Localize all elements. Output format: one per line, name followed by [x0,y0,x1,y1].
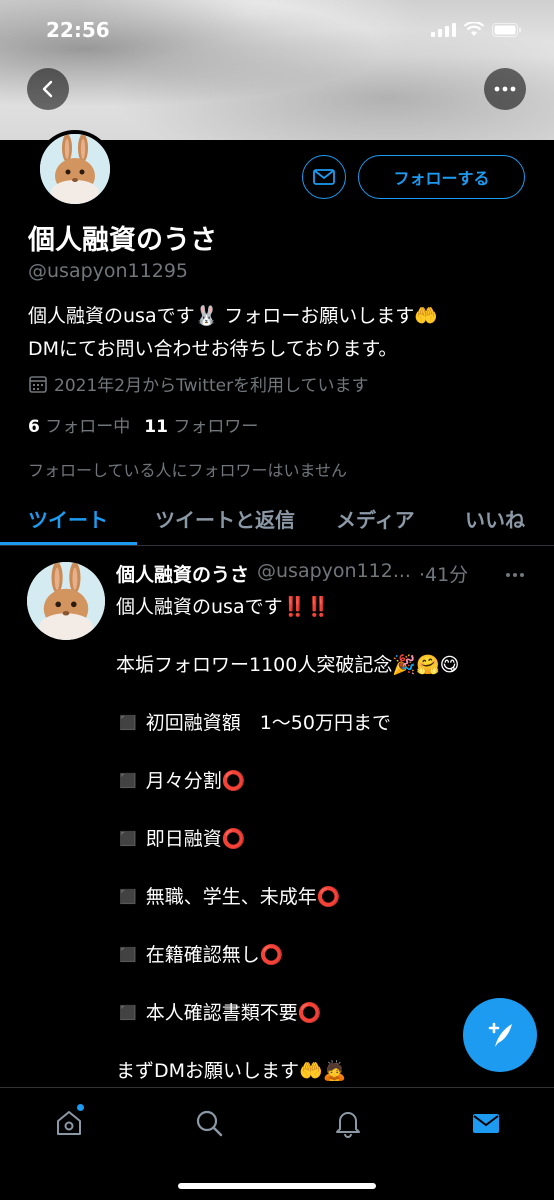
joined-date: 2021年2月からTwitterを利用しています [28,371,369,396]
cellular-signal-icon [431,22,456,37]
tweet-author-handle[interactable]: @usapyon112... [257,560,411,587]
tweet-text-line: まずDMお願いします🤲🙇 [116,1060,347,1082]
mutual-followers-note: フォローしている人にフォロワーはいません [28,461,348,480]
calendar-icon [29,375,47,393]
more-horizontal-icon [506,573,524,577]
back-arrow-icon [42,80,53,98]
search-icon [196,1110,223,1137]
more-horizontal-icon [494,86,516,92]
bio-line-2: DMにてお問い合わせお待ちしております。 [28,338,398,360]
nav-home[interactable] [52,1104,86,1140]
follow-counts: 6 フォロー中 11 フォロワー [28,412,258,437]
back-button[interactable] [27,68,69,110]
tweet-text-line: ◼️ 在籍確認無し⭕ [116,944,284,966]
followers-link[interactable]: 11 フォロワー [144,412,258,437]
tab-tweets-and-replies[interactable]: ツイートと返信 [155,504,295,533]
wifi-icon [464,22,484,37]
notification-dot [77,1104,84,1111]
followers-label: フォロワー [173,417,259,437]
home-indicator [178,1183,376,1189]
direct-message-button[interactable] [302,155,346,199]
status-time: 22:56 [46,18,110,42]
nav-search[interactable] [192,1106,226,1140]
tweet-text-line: ◼️ 本人確認書類不要⭕ [116,1002,322,1024]
tab-likes[interactable]: いいね [465,504,525,533]
tweet-header: 個人融資のうさ @usapyon112... ·41分 [116,560,536,587]
following-count: 6 [28,417,40,437]
envelope-icon [313,169,335,185]
tweet-text-line: 本垢フォロワー1100人突破記念🎉🤗😋 [116,654,460,676]
rabbit-avatar-image [40,134,110,204]
notifications-bell-icon [336,1112,360,1138]
followers-count: 11 [144,417,168,437]
tweet-text-line: ◼️ 即日融資⭕ [116,828,246,850]
compose-tweet-icon [488,1022,512,1047]
profile-display-name: 個人融資のうさ [28,225,217,256]
tweet-text-line: ◼️ 月々分割⭕ [116,770,246,792]
compose-tweet-button[interactable] [463,998,537,1072]
follow-button[interactable]: フォローする [358,155,525,199]
tab-tweets[interactable]: ツイート [28,504,108,533]
following-link[interactable]: 6 フォロー中 [28,412,130,437]
tweet-author-avatar[interactable] [27,562,105,640]
status-bar: 22:56 [0,0,554,60]
tweet-text-line: 個人融資のusaです‼️‼️ [116,596,330,618]
tweet-more-button[interactable] [505,562,525,583]
following-label: フォロー中 [45,417,131,437]
home-icon [57,1111,81,1135]
bio-line-1: 個人融資のusaです🐰 フォローお願いします🤲 [28,305,438,327]
more-options-button[interactable] [484,68,526,110]
active-tab-indicator [0,542,137,545]
battery-icon [492,22,522,37]
nav-messages[interactable] [469,1106,503,1140]
profile-avatar[interactable] [36,130,114,208]
tweet-text-line: ◼️ 無職、学生、未成年⭕ [116,886,341,908]
messages-icon [473,1114,499,1133]
joined-text: 2021年2月からTwitterを利用しています [54,376,369,396]
tweet-timestamp[interactable]: ·41分 [419,560,468,587]
tweet-text-line: ◼️ 初回融資額 1〜50万円まで [116,712,391,734]
profile-tabs: ツイート ツイートと返信 メディア いいね [0,490,554,546]
tab-media[interactable]: メディア [336,504,415,533]
rabbit-avatar-image [27,562,105,640]
nav-notifications[interactable] [331,1106,365,1140]
profile-handle: @usapyon11295 [28,260,188,282]
status-icons [431,22,522,37]
tweet-author-name[interactable]: 個人融資のうさ [116,560,249,587]
profile-bio: 個人融資のusaです🐰 フォローお願いします🤲 DMにてお問い合わせお待ちしてお… [28,300,528,366]
